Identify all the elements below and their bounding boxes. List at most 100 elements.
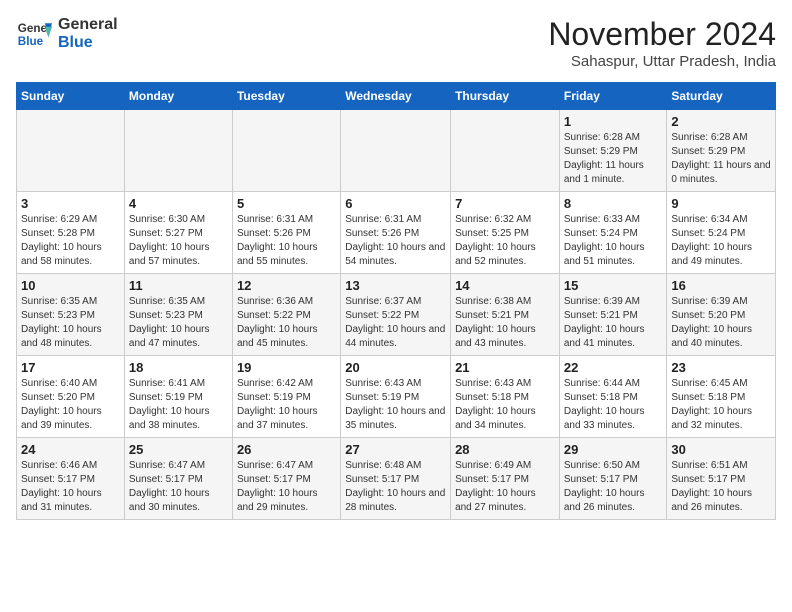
calendar-row-2: 10 Sunrise: 6:35 AM Sunset: 5:23 PM Dayli…: [17, 274, 776, 356]
calendar-cell: 9 Sunrise: 6:34 AM Sunset: 5:24 PM Daylig…: [667, 192, 776, 274]
logo-blue: Blue: [58, 34, 118, 52]
calendar-cell: 19 Sunrise: 6:42 AM Sunset: 5:19 PM Dayli…: [232, 356, 340, 438]
day-number: 6: [345, 196, 446, 211]
calendar-cell: 16 Sunrise: 6:39 AM Sunset: 5:20 PM Dayli…: [667, 274, 776, 356]
calendar-cell: 14 Sunrise: 6:38 AM Sunset: 5:21 PM Dayli…: [451, 274, 560, 356]
day-info: Sunrise: 6:48 AM Sunset: 5:17 PM Dayligh…: [345, 459, 446, 515]
day-number: 10: [21, 278, 120, 293]
day-number: 9: [671, 196, 771, 211]
calendar-cell: 10 Sunrise: 6:35 AM Sunset: 5:23 PM Dayli…: [17, 274, 125, 356]
logo: General Blue General Blue: [16, 16, 118, 52]
day-number: 22: [564, 360, 663, 375]
day-number: 3: [21, 196, 120, 211]
calendar-cell: 6 Sunrise: 6:31 AM Sunset: 5:26 PM Daylig…: [341, 192, 451, 274]
day-info: Sunrise: 6:29 AM Sunset: 5:28 PM Dayligh…: [21, 213, 120, 269]
day-number: 19: [237, 360, 336, 375]
calendar-cell: 13 Sunrise: 6:37 AM Sunset: 5:22 PM Dayli…: [341, 274, 451, 356]
day-info: Sunrise: 6:40 AM Sunset: 5:20 PM Dayligh…: [21, 377, 120, 433]
day-info: Sunrise: 6:35 AM Sunset: 5:23 PM Dayligh…: [129, 295, 228, 351]
day-info: Sunrise: 6:28 AM Sunset: 5:29 PM Dayligh…: [564, 131, 663, 187]
day-number: 30: [671, 442, 771, 457]
calendar-cell: [451, 110, 560, 192]
day-info: Sunrise: 6:28 AM Sunset: 5:29 PM Dayligh…: [671, 131, 771, 187]
calendar-header: SundayMondayTuesdayWednesdayThursdayFrid…: [17, 83, 776, 110]
day-info: Sunrise: 6:47 AM Sunset: 5:17 PM Dayligh…: [237, 459, 336, 515]
day-info: Sunrise: 6:51 AM Sunset: 5:17 PM Dayligh…: [671, 459, 771, 515]
calendar-cell: 17 Sunrise: 6:40 AM Sunset: 5:20 PM Dayli…: [17, 356, 125, 438]
calendar-cell: 27Sunrise: 6:48 AM Sunset: 5:17 PM Dayli…: [341, 438, 451, 520]
calendar-table: SundayMondayTuesdayWednesdayThursdayFrid…: [16, 82, 776, 520]
calendar-cell: 7Sunrise: 6:32 AM Sunset: 5:25 PM Daylig…: [451, 192, 560, 274]
day-number: 20: [345, 360, 446, 375]
calendar-cell: [341, 110, 451, 192]
calendar-cell: 15Sunrise: 6:39 AM Sunset: 5:21 PM Dayli…: [559, 274, 667, 356]
weekday-header-friday: Friday: [559, 83, 667, 110]
calendar-cell: 1 Sunrise: 6:28 AM Sunset: 5:29 PM Daylig…: [559, 110, 667, 192]
calendar-cell: 25Sunrise: 6:47 AM Sunset: 5:17 PM Dayli…: [124, 438, 232, 520]
weekday-header-monday: Monday: [124, 83, 232, 110]
day-info: Sunrise: 6:39 AM Sunset: 5:20 PM Dayligh…: [671, 295, 771, 351]
weekday-header-thursday: Thursday: [451, 83, 560, 110]
weekday-header-wednesday: Wednesday: [341, 83, 451, 110]
calendar-cell: 29Sunrise: 6:50 AM Sunset: 5:17 PM Dayli…: [559, 438, 667, 520]
day-number: 24: [21, 442, 120, 457]
day-info: Sunrise: 6:30 AM Sunset: 5:27 PM Dayligh…: [129, 213, 228, 269]
day-info: Sunrise: 6:34 AM Sunset: 5:24 PM Dayligh…: [671, 213, 771, 269]
day-info: Sunrise: 6:50 AM Sunset: 5:17 PM Dayligh…: [564, 459, 663, 515]
day-number: 26: [237, 442, 336, 457]
day-info: Sunrise: 6:43 AM Sunset: 5:19 PM Dayligh…: [345, 377, 446, 433]
calendar-cell: 28 Sunrise: 6:49 AM Sunset: 5:17 PM Dayli…: [451, 438, 560, 520]
calendar-cell: 24Sunrise: 6:46 AM Sunset: 5:17 PM Dayli…: [17, 438, 125, 520]
day-number: 4: [129, 196, 228, 211]
day-info: Sunrise: 6:33 AM Sunset: 5:24 PM Dayligh…: [564, 213, 663, 269]
day-number: 8: [564, 196, 663, 211]
day-number: 12: [237, 278, 336, 293]
day-info: Sunrise: 6:47 AM Sunset: 5:17 PM Dayligh…: [129, 459, 228, 515]
day-info: Sunrise: 6:36 AM Sunset: 5:22 PM Dayligh…: [237, 295, 336, 351]
day-info: Sunrise: 6:31 AM Sunset: 5:26 PM Dayligh…: [345, 213, 446, 269]
calendar-row-3: 17 Sunrise: 6:40 AM Sunset: 5:20 PM Dayli…: [17, 356, 776, 438]
day-info: Sunrise: 6:44 AM Sunset: 5:18 PM Dayligh…: [564, 377, 663, 433]
day-number: 28: [455, 442, 555, 457]
calendar-cell: 21Sunrise: 6:43 AM Sunset: 5:18 PM Dayli…: [451, 356, 560, 438]
page-header: General Blue General Blue November 2024 …: [16, 16, 776, 70]
calendar-cell: 22 Sunrise: 6:44 AM Sunset: 5:18 PM Dayli…: [559, 356, 667, 438]
calendar-cell: [17, 110, 125, 192]
logo-general: General: [58, 16, 118, 34]
day-number: 2: [671, 114, 771, 129]
weekday-header-sunday: Sunday: [17, 83, 125, 110]
day-number: 16: [671, 278, 771, 293]
day-info: Sunrise: 6:38 AM Sunset: 5:21 PM Dayligh…: [455, 295, 555, 351]
day-number: 13: [345, 278, 446, 293]
calendar-cell: [232, 110, 340, 192]
day-info: Sunrise: 6:41 AM Sunset: 5:19 PM Dayligh…: [129, 377, 228, 433]
day-info: Sunrise: 6:49 AM Sunset: 5:17 PM Dayligh…: [455, 459, 555, 515]
day-info: Sunrise: 6:35 AM Sunset: 5:23 PM Dayligh…: [21, 295, 120, 351]
calendar-cell: 2 Sunrise: 6:28 AM Sunset: 5:29 PM Daylig…: [667, 110, 776, 192]
day-number: 23: [671, 360, 771, 375]
calendar-cell: 11 Sunrise: 6:35 AM Sunset: 5:23 PM Dayli…: [124, 274, 232, 356]
weekday-header-row: SundayMondayTuesdayWednesdayThursdayFrid…: [17, 83, 776, 110]
month-title: November 2024: [548, 16, 776, 53]
day-number: 15: [564, 278, 663, 293]
calendar-cell: 5Sunrise: 6:31 AM Sunset: 5:26 PM Daylig…: [232, 192, 340, 274]
day-number: 21: [455, 360, 555, 375]
day-number: 11: [129, 278, 228, 293]
day-info: Sunrise: 6:31 AM Sunset: 5:26 PM Dayligh…: [237, 213, 336, 269]
calendar-cell: 4 Sunrise: 6:30 AM Sunset: 5:27 PM Daylig…: [124, 192, 232, 274]
day-info: Sunrise: 6:42 AM Sunset: 5:19 PM Dayligh…: [237, 377, 336, 433]
calendar-row-1: 3 Sunrise: 6:29 AM Sunset: 5:28 PM Daylig…: [17, 192, 776, 274]
calendar-cell: 12 Sunrise: 6:36 AM Sunset: 5:22 PM Dayli…: [232, 274, 340, 356]
day-number: 14: [455, 278, 555, 293]
calendar-cell: [124, 110, 232, 192]
day-info: Sunrise: 6:37 AM Sunset: 5:22 PM Dayligh…: [345, 295, 446, 351]
calendar-body: 1 Sunrise: 6:28 AM Sunset: 5:29 PM Daylig…: [17, 110, 776, 520]
day-number: 1: [564, 114, 663, 129]
day-number: 17: [21, 360, 120, 375]
day-info: Sunrise: 6:45 AM Sunset: 5:18 PM Dayligh…: [671, 377, 771, 433]
weekday-header-saturday: Saturday: [667, 83, 776, 110]
weekday-header-tuesday: Tuesday: [232, 83, 340, 110]
calendar-row-0: 1 Sunrise: 6:28 AM Sunset: 5:29 PM Daylig…: [17, 110, 776, 192]
calendar-cell: 30 Sunrise: 6:51 AM Sunset: 5:17 PM Dayli…: [667, 438, 776, 520]
logo-icon: General Blue: [16, 16, 52, 52]
